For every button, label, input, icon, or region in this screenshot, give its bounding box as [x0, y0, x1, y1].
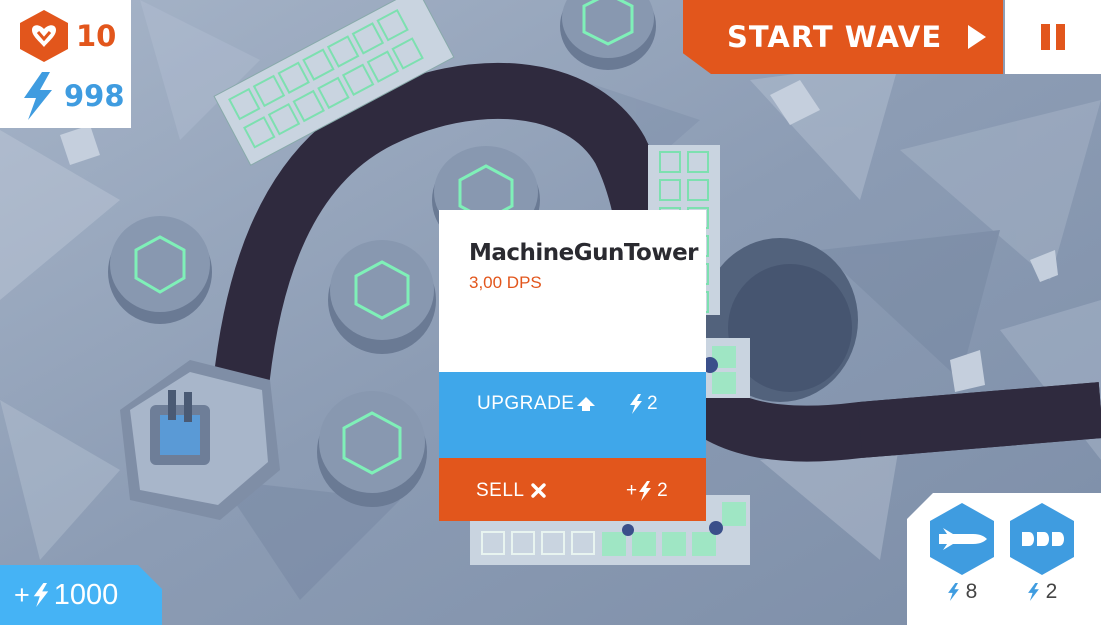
play-icon	[968, 25, 987, 49]
triple-shot-ability-cost-value: 2	[1045, 580, 1058, 603]
pause-icon	[1041, 24, 1065, 50]
sell-value: + 2	[626, 480, 668, 502]
pause-button[interactable]	[1005, 0, 1101, 74]
triple-bullet-icon	[1010, 503, 1074, 575]
tower-info-card: MachineGunTower 3,00 DPS	[439, 210, 706, 372]
tower-name: MachineGunTower	[469, 240, 699, 266]
lightning-icon	[33, 583, 48, 607]
lightning-icon	[630, 394, 642, 414]
start-wave-label: START WAVE	[727, 20, 943, 54]
missile-icon	[930, 503, 994, 575]
start-wave-button[interactable]: START WAVE	[683, 0, 1003, 74]
bonus-amount: 1000	[53, 578, 119, 611]
close-icon	[531, 483, 546, 498]
sell-button[interactable]: SELL + 2	[439, 458, 706, 521]
bonus-energy-button[interactable]: + 1000	[0, 565, 162, 625]
tower-dps: 3,00 DPS	[469, 273, 542, 292]
triple-shot-ability-button[interactable]: 2	[1007, 501, 1077, 619]
lightning-icon	[639, 481, 652, 501]
missile-ability-cost: 8	[927, 580, 997, 604]
resource-panel: 10 998	[0, 0, 131, 128]
upgrade-cost-value: 2	[647, 393, 658, 414]
sell-label: SELL	[476, 480, 525, 501]
energy-value: 998	[64, 79, 125, 113]
energy-counter: 998	[18, 72, 125, 120]
bonus-plus: +	[14, 579, 30, 610]
triple-shot-ability-cost: 2	[1007, 580, 1077, 604]
missile-ability-button[interactable]: 8	[927, 501, 997, 619]
sell-plus: +	[626, 480, 638, 501]
upgrade-arrow-icon	[577, 397, 595, 411]
lives-value: 10	[76, 19, 117, 53]
heart-shield-icon	[20, 10, 68, 62]
abilities-panel: 8 2	[907, 493, 1101, 625]
upgrade-label: UPGRADE	[477, 393, 575, 414]
upgrade-cost: 2	[629, 393, 658, 415]
lightning-icon	[24, 72, 52, 120]
lightning-icon	[1027, 583, 1039, 601]
sell-value-number: 2	[657, 480, 668, 501]
missile-ability-cost-value: 8	[965, 580, 978, 603]
upgrade-button[interactable]: UPGRADE 2	[439, 372, 706, 458]
tower-info-popup: MachineGunTower 3,00 DPS UPGRADE 2 SELL …	[439, 210, 706, 521]
lives-counter: 10	[18, 8, 116, 64]
lightning-icon	[947, 583, 959, 601]
